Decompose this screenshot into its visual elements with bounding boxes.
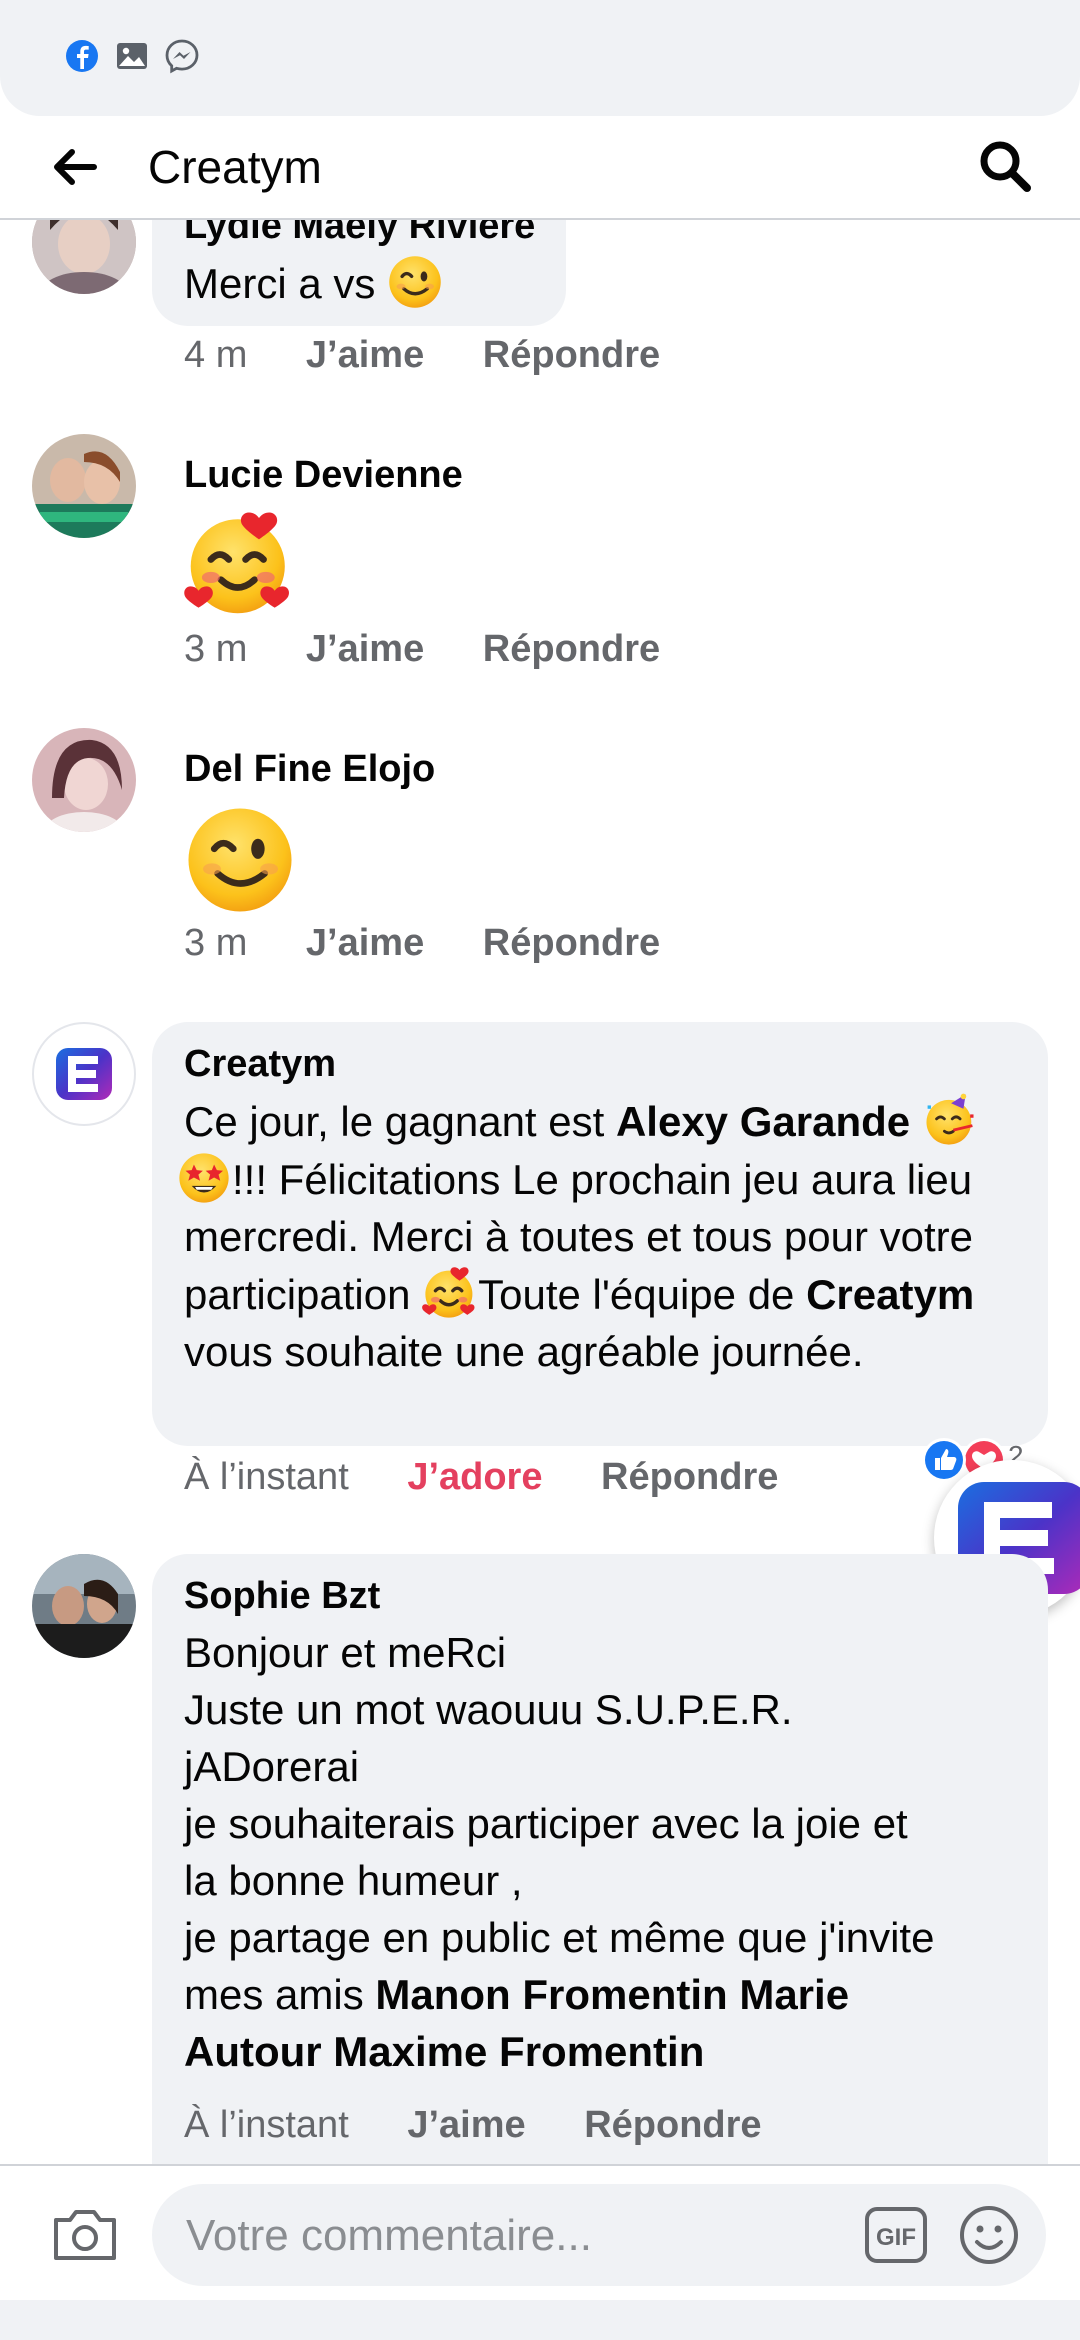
- comment-actions: 3 m J’aime Répondre: [184, 922, 708, 965]
- love-reaction-button[interactable]: J’adore: [407, 1456, 542, 1498]
- back-arrow-icon[interactable]: [48, 140, 102, 194]
- winking-face-icon: [387, 254, 443, 310]
- comments-list: Lydie Maëly Rivière Merci a vs 4 m J’aim…: [0, 220, 1080, 2164]
- page-mention[interactable]: Creatym: [806, 1271, 974, 1318]
- comment-text: Ce jour, le gagnant est Alexy Garande !!…: [184, 1092, 1024, 1380]
- comment-time: À l’instant: [184, 2104, 349, 2146]
- partying-face-icon: [922, 1092, 978, 1148]
- gif-label: GIF: [876, 2224, 916, 2251]
- reply-button[interactable]: Répondre: [483, 922, 660, 964]
- text-part: vous souhaite une agréable journée.: [184, 1328, 864, 1375]
- messenger-icon: [165, 39, 199, 74]
- comment-text-body: Merci a vs: [184, 260, 376, 307]
- reply-button[interactable]: Répondre: [601, 1456, 778, 1498]
- reply-button[interactable]: Répondre: [483, 334, 660, 376]
- avatar[interactable]: [32, 434, 136, 538]
- comment-time: À l’instant: [184, 1456, 349, 1498]
- status-bar: [0, 0, 1080, 116]
- avatar[interactable]: [32, 1554, 136, 1658]
- avatar[interactable]: [32, 728, 136, 832]
- gallery-icon: [117, 43, 147, 69]
- like-button[interactable]: J’aime: [407, 2104, 525, 2146]
- gif-icon[interactable]: GIF: [864, 2206, 928, 2264]
- comment-time: 3 m: [184, 922, 248, 964]
- comment-text: Bonjour et meRci Juste un mot waouuu S.U…: [184, 1624, 1024, 2080]
- friend-mentions[interactable]: Manon Fromentin Marie: [375, 1971, 849, 2018]
- comment-actions: À l’instant J’aime Répondre: [184, 2104, 810, 2147]
- camera-icon[interactable]: [50, 2202, 120, 2266]
- comment-actions: 4 m J’aime Répondre: [184, 334, 708, 377]
- comment-actions: 3 m J’aime Répondre: [184, 628, 708, 671]
- winner-mention[interactable]: Alexy Garande: [616, 1098, 910, 1145]
- text-line: mes amis Manon Fromentin Marie: [184, 1966, 1024, 2023]
- winking-face-icon: [184, 804, 296, 916]
- comment-text: Merci a vs: [184, 254, 443, 312]
- reply-button[interactable]: Répondre: [483, 628, 660, 670]
- comment-time: 4 m: [184, 334, 248, 376]
- text-line: Bonjour et meRci: [184, 1629, 507, 1676]
- smiling-face-with-hearts-icon: [422, 1265, 478, 1321]
- like-button[interactable]: J’aime: [306, 334, 424, 376]
- smiling-face-with-hearts-icon: [184, 508, 296, 620]
- comment-author[interactable]: Creatym: [184, 1043, 336, 1086]
- creatym-logo-avatar[interactable]: [32, 1022, 136, 1126]
- comment-author[interactable]: Lydie Maëly Rivière: [184, 220, 535, 248]
- page-title: Creatym: [148, 141, 322, 193]
- like-button[interactable]: J’aime: [306, 628, 424, 670]
- friend-mentions[interactable]: Autour Maxime Fromentin: [184, 2028, 704, 2075]
- comment-author[interactable]: Lucie Devienne: [184, 454, 463, 497]
- top-app-bar: Creatym: [0, 116, 1080, 220]
- star-struck-icon: [176, 1150, 232, 1206]
- text-line: Autour Maxime Fromentin: [184, 2023, 1024, 2080]
- emoji-picker-icon[interactable]: [958, 2204, 1020, 2266]
- text-line: je souhaiterais participer avec la joie …: [184, 1800, 908, 1847]
- like-button[interactable]: J’aime: [306, 922, 424, 964]
- comment-author[interactable]: Del Fine Elojo: [184, 748, 435, 791]
- text-line: je partage en public et même que j'invit…: [184, 1914, 935, 1961]
- facebook-icon: [66, 40, 98, 72]
- avatar[interactable]: [32, 220, 136, 294]
- text-part: Toute l'équipe de: [478, 1271, 807, 1318]
- comment-input[interactable]: [184, 2184, 848, 2288]
- system-navigation-bar: [0, 2300, 1080, 2340]
- comment-input-container: GIF: [152, 2184, 1046, 2288]
- reply-button[interactable]: Répondre: [584, 2104, 761, 2146]
- text-line: jADorerai: [184, 1743, 360, 1790]
- comment-time: 3 m: [184, 628, 248, 670]
- comment-actions: À l’instant J’adore Répondre: [184, 1456, 826, 1499]
- text-part: mes amis: [184, 1971, 376, 2018]
- comment-author[interactable]: Sophie Bzt: [184, 1575, 380, 1618]
- text-part: Ce jour, le gagnant est: [184, 1098, 616, 1145]
- text-line: la bonne humeur ,: [184, 1857, 523, 1904]
- search-icon[interactable]: [975, 136, 1035, 196]
- text-line: Juste un mot waouuu S.U.P.E.R.: [184, 1686, 793, 1733]
- comment-composer: GIF: [0, 2164, 1080, 2288]
